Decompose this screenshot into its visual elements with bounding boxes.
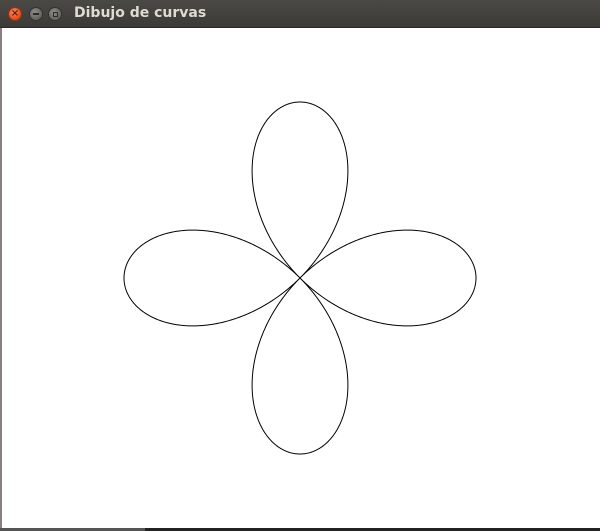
- minimize-button[interactable]: [29, 7, 43, 21]
- minimize-icon: [33, 13, 39, 15]
- title-bar[interactable]: × Dibujo de curvas: [0, 0, 600, 28]
- window-title: Dibujo de curvas: [74, 5, 207, 21]
- app-window: × Dibujo de curvas: [0, 0, 600, 531]
- maximize-button[interactable]: [48, 7, 62, 21]
- window-left-edge: [0, 28, 2, 528]
- curve-drawing: [123, 101, 477, 455]
- rose-curve: [123, 101, 477, 455]
- drawing-canvas: [0, 28, 600, 531]
- maximize-icon: [52, 11, 58, 17]
- close-button[interactable]: ×: [8, 7, 22, 21]
- close-icon: ×: [10, 8, 20, 19]
